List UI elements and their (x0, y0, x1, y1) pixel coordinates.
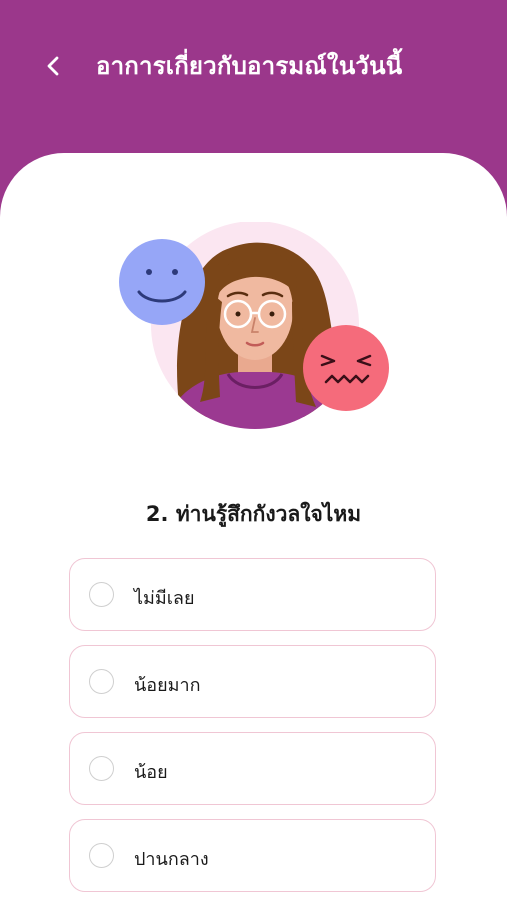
stressed-face-icon (303, 325, 389, 411)
radio-button[interactable] (89, 582, 114, 607)
option-label: น้อยมาก (134, 675, 201, 696)
option-label: น้อย (134, 762, 168, 783)
radio-button[interactable] (89, 843, 114, 868)
option-very-little[interactable]: น้อยมาก (69, 645, 436, 718)
chevron-left-icon (47, 56, 59, 76)
radio-button[interactable] (89, 756, 114, 781)
happy-face-icon (119, 239, 205, 325)
option-none[interactable]: ไม่มีเลย (69, 558, 436, 631)
option-moderate[interactable]: ปานกลาง (69, 819, 436, 892)
radio-button[interactable] (89, 669, 114, 694)
question-text: 2. ท่านรู้สึกกังวลใจไหม (145, 502, 362, 526)
back-button[interactable] (32, 44, 76, 88)
page-title: อาการเกี่ยวกับอารมณ์ในวันนี้ (96, 52, 403, 80)
option-little[interactable]: น้อย (69, 732, 436, 805)
option-label: ปานกลาง (134, 849, 209, 870)
option-label: ไม่มีเลย (134, 588, 195, 609)
mood-illustration (119, 222, 389, 429)
